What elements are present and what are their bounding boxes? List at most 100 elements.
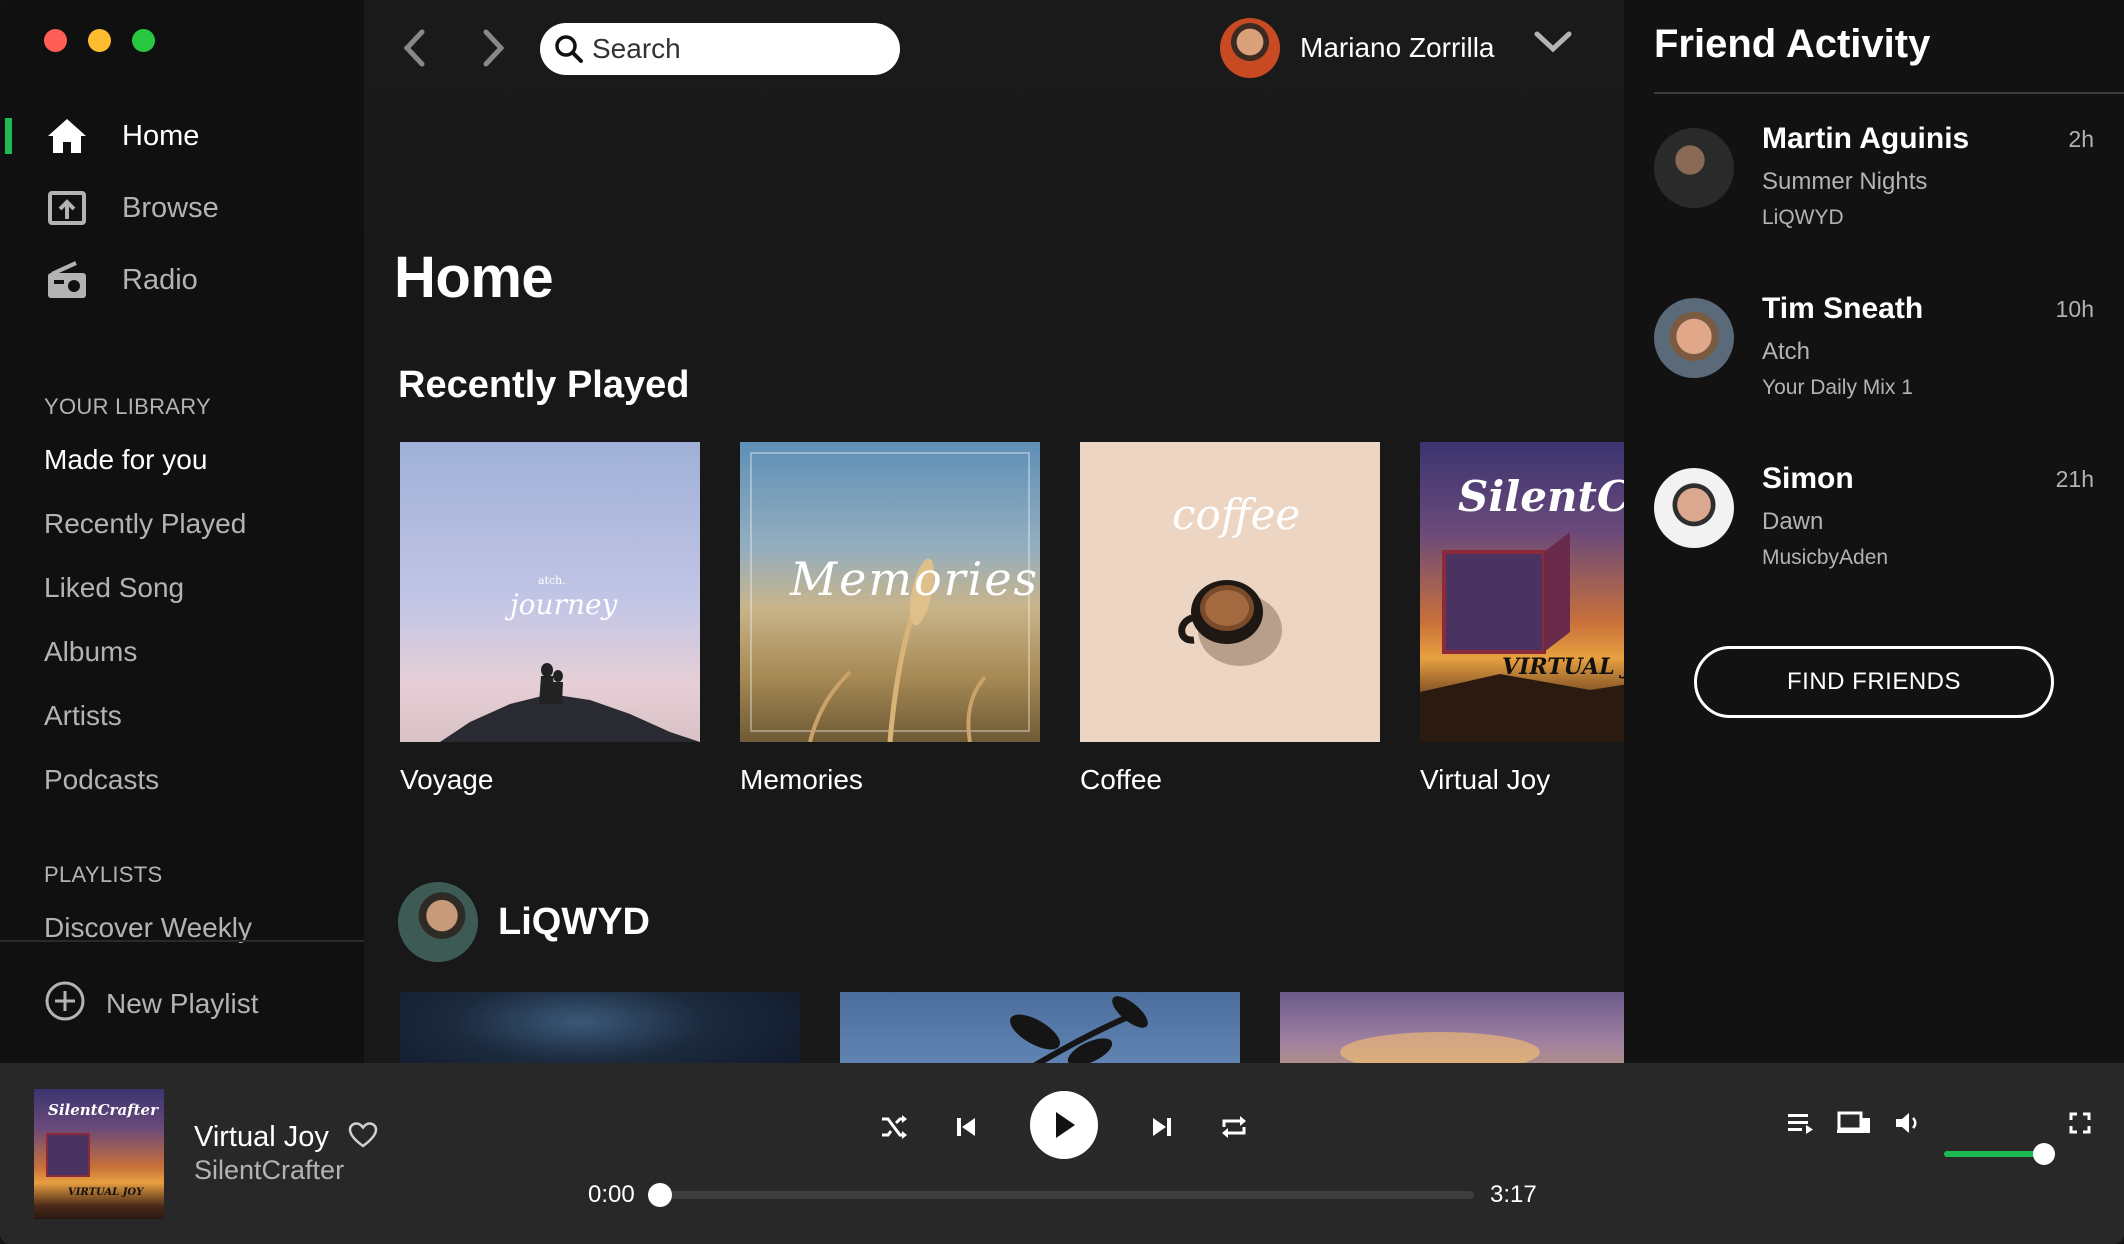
previous-button[interactable] (946, 1107, 986, 1147)
progress-bar[interactable] (648, 1183, 1474, 1207)
volume-fill (1944, 1151, 2044, 1157)
now-playing-artist[interactable]: SilentCrafter (194, 1155, 344, 1186)
total-duration: 3:17 (1490, 1181, 1537, 1208)
find-friends-button[interactable]: FIND FRIENDS (1694, 646, 2054, 718)
sidebar-divider (0, 940, 364, 942)
user-avatar (1220, 18, 1280, 78)
now-playing-cover[interactable]: SilentCrafter VIRTUAL JOY (34, 1089, 164, 1219)
main-content: Mariano Zorrilla Home Recently Played at… (364, 0, 1624, 1063)
browse-icon (44, 185, 90, 231)
friend-artist[interactable]: LiQWYD (1762, 206, 1844, 230)
chevron-right-icon (483, 29, 505, 67)
album-title-coffee: Coffee (1080, 764, 1162, 795)
progress-knob[interactable] (648, 1183, 672, 1207)
radio-icon (44, 257, 90, 303)
like-button[interactable] (348, 1121, 378, 1154)
window-controls (44, 29, 155, 52)
chevron-down-icon (1534, 31, 1572, 53)
artist-section-header[interactable]: LiQWYD (398, 882, 650, 962)
page-title: Home (394, 245, 554, 310)
artist-name: LiQWYD (498, 900, 650, 943)
next-button[interactable] (1142, 1107, 1182, 1147)
album-cover-memories: Memories (740, 442, 1040, 742)
album-card-memories[interactable]: Memories Memories (740, 442, 1040, 796)
friend-track[interactable]: Dawn (1762, 508, 1823, 536)
nav-home-label: Home (122, 119, 200, 152)
album-cover-coffee: coffee (1080, 442, 1380, 742)
repeat-button[interactable] (1214, 1107, 1254, 1147)
album-card-voyage[interactable]: atch. journey Voyage (400, 442, 700, 796)
friend-track[interactable]: Summer Nights (1762, 168, 1927, 196)
friend-item[interactable]: Simon 21h Dawn MusicbyAden (1654, 462, 2094, 582)
skip-previous-icon (957, 1118, 975, 1136)
nav-radio-label: Radio (122, 263, 198, 296)
friend-time: 2h (2068, 126, 2094, 152)
friend-item[interactable]: Martin Aguinis 2h Summer Nights LiQWYD (1654, 122, 2094, 242)
user-menu-chevron[interactable] (1534, 30, 1572, 59)
heart-icon (348, 1122, 378, 1148)
friend-track[interactable]: Atch (1762, 338, 1810, 366)
friend-activity-divider (1654, 92, 2124, 94)
repeat-icon (1222, 1116, 1246, 1138)
friend-time: 21h (2055, 466, 2094, 492)
artist-thumbnail-3[interactable] (1280, 992, 1624, 1063)
library-item-podcasts[interactable]: Podcasts (44, 764, 159, 796)
devices-button[interactable] (1834, 1103, 1874, 1143)
library-item-made-for-you[interactable]: Made for you (44, 444, 207, 476)
album-cover-virtual-joy: SilentCra VIRTUAL JO (1420, 442, 1624, 742)
library-item-artists[interactable]: Artists (44, 700, 122, 732)
sidebar: Home Browse Radio YOUR LIBRARY Made for … (0, 0, 364, 1063)
album-card-virtual-joy[interactable]: SilentCra VIRTUAL JO Virtual Joy (1420, 442, 1624, 796)
elapsed-time: 0:00 (588, 1181, 635, 1208)
volume-knob[interactable] (2033, 1143, 2055, 1165)
friend-avatar (1654, 298, 1734, 378)
library-item-liked-song[interactable]: Liked Song (44, 572, 184, 604)
fullscreen-button[interactable] (2060, 1103, 2100, 1143)
library-item-albums[interactable]: Albums (44, 636, 137, 668)
now-playing-title[interactable]: Virtual Joy (194, 1121, 329, 1154)
shuffle-icon (882, 1115, 907, 1139)
zoom-window-button[interactable] (132, 29, 155, 52)
volume-icon (1896, 1113, 1917, 1133)
friend-item[interactable]: Tim Sneath 10h Atch Your Daily Mix 1 (1654, 292, 2094, 412)
album-cover-voyage: atch. journey (400, 442, 700, 742)
nav-browse[interactable]: Browse (0, 178, 364, 238)
forward-button[interactable] (472, 26, 516, 70)
friend-avatar (1654, 128, 1734, 208)
close-window-button[interactable] (44, 29, 67, 52)
devices-icon (1837, 1111, 1870, 1133)
friend-time: 10h (2055, 296, 2094, 322)
friend-name: Simon (1762, 462, 1854, 495)
nav-browse-label: Browse (122, 191, 219, 224)
library-heading: YOUR LIBRARY (44, 394, 212, 419)
volume-slider[interactable] (1944, 1143, 2055, 1165)
playlists-heading: PLAYLISTS (44, 862, 163, 887)
friend-artist[interactable]: Your Daily Mix 1 (1762, 376, 1913, 400)
shuffle-button[interactable] (874, 1107, 914, 1147)
nav-home[interactable]: Home (0, 106, 364, 166)
artist-thumbnail-2[interactable] (840, 992, 1240, 1063)
artist-thumbnail-1[interactable] (400, 992, 800, 1063)
queue-icon (1788, 1114, 1813, 1134)
volume-button[interactable] (1888, 1103, 1928, 1143)
library-item-recently-played[interactable]: Recently Played (44, 508, 246, 540)
friend-artist[interactable]: MusicbyAden (1762, 546, 1888, 570)
new-playlist-label: New Playlist (106, 987, 259, 1019)
queue-button[interactable] (1780, 1103, 1820, 1143)
album-title-virtual-joy: Virtual Joy (1420, 764, 1551, 795)
new-playlist-button[interactable]: New Playlist (44, 980, 258, 1027)
player-bar: SilentCrafter VIRTUAL JOY Virtual Joy Si… (0, 1063, 2124, 1244)
user-menu[interactable]: Mariano Zorrilla (1220, 18, 1495, 78)
back-button[interactable] (392, 26, 436, 70)
app-window: Home Browse Radio YOUR LIBRARY Made for … (0, 0, 2124, 1244)
search-icon (555, 35, 583, 63)
nav-radio[interactable]: Radio (0, 250, 364, 310)
album-card-coffee[interactable]: coffee Coffee (1080, 442, 1380, 796)
home-icon (44, 113, 90, 159)
play-icon (1056, 1112, 1075, 1138)
search-bar (540, 23, 900, 75)
search-input[interactable] (592, 33, 882, 65)
minimize-window-button[interactable] (88, 29, 111, 52)
friend-name: Tim Sneath (1762, 292, 1924, 325)
play-button[interactable] (1030, 1091, 1098, 1159)
